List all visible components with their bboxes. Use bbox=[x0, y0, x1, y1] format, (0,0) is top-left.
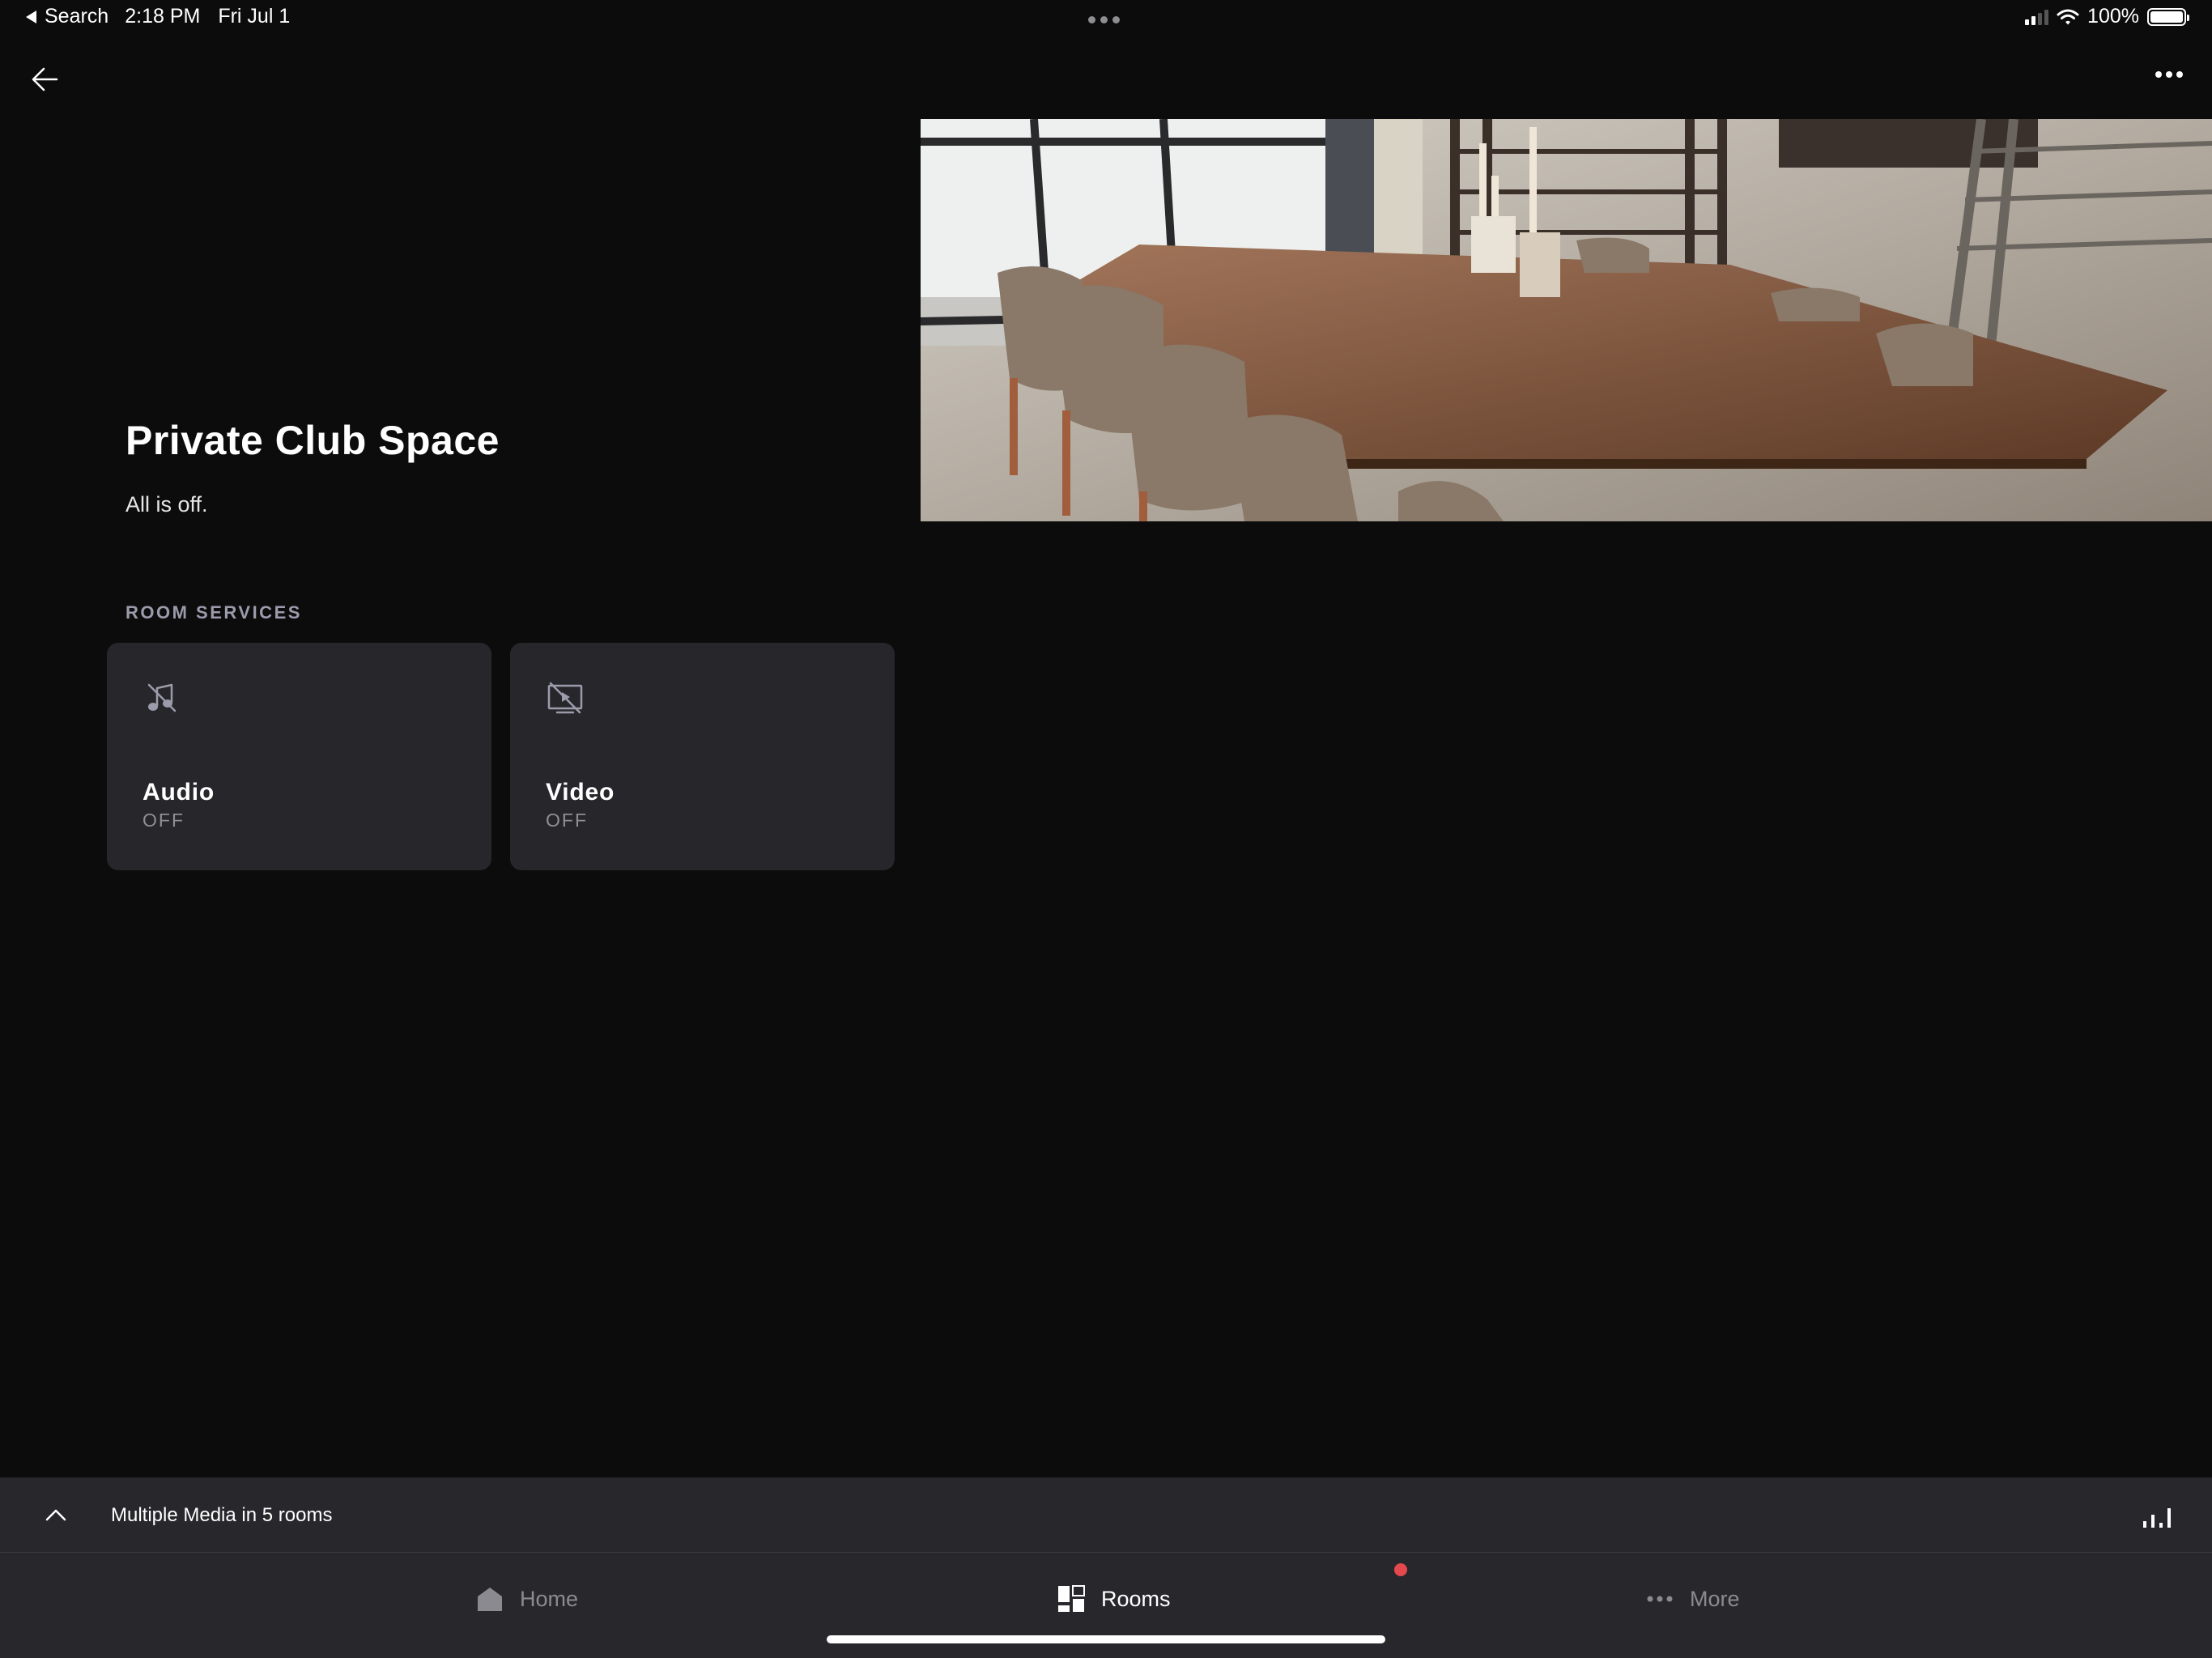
home-indicator[interactable] bbox=[827, 1635, 1385, 1643]
tab-rooms-label: Rooms bbox=[1101, 1586, 1171, 1611]
tab-home[interactable]: Home bbox=[476, 1585, 578, 1613]
status-bar-right: 100% bbox=[2025, 5, 2189, 28]
room-services-heading: ROOM SERVICES bbox=[125, 602, 302, 623]
status-bar-left[interactable]: Search 2:18 PM Fri Jul 1 bbox=[26, 5, 290, 28]
back-arrow-icon[interactable] bbox=[29, 63, 62, 96]
audio-service-tile[interactable]: Audio OFF bbox=[107, 643, 491, 870]
room-status: All is off. bbox=[125, 492, 208, 517]
chevron-up-icon[interactable] bbox=[42, 1502, 70, 1529]
tab-rooms[interactable]: Rooms bbox=[1057, 1585, 1171, 1613]
audio-levels-icon[interactable] bbox=[2141, 1502, 2173, 1531]
room-photo-illustration bbox=[921, 119, 2212, 521]
room-photo bbox=[921, 119, 2212, 521]
now-playing-text[interactable]: Multiple Media in 5 rooms bbox=[111, 1504, 332, 1527]
audio-service-name: Audio bbox=[143, 779, 215, 806]
home-icon bbox=[478, 1588, 502, 1611]
rooms-grid-icon bbox=[1058, 1585, 1085, 1612]
music-off-icon bbox=[147, 683, 177, 712]
more-dots-icon bbox=[1647, 1596, 1673, 1602]
tab-more[interactable]: More bbox=[1646, 1585, 1740, 1613]
status-bar: Search 2:18 PM Fri Jul 1 100% bbox=[0, 0, 2212, 39]
video-service-name: Video bbox=[546, 779, 615, 806]
status-date: Fri Jul 1 bbox=[218, 5, 291, 28]
cellular-signal-icon bbox=[2025, 9, 2049, 25]
more-options-icon[interactable] bbox=[2155, 71, 2183, 78]
video-service-state: OFF bbox=[546, 810, 588, 831]
back-to-app-label[interactable]: Search bbox=[45, 5, 108, 28]
status-time: 2:18 PM bbox=[125, 5, 201, 28]
tab-home-label: Home bbox=[520, 1586, 579, 1611]
battery-icon bbox=[2147, 7, 2189, 26]
notification-dot bbox=[1394, 1563, 1407, 1576]
wifi-icon bbox=[2057, 9, 2079, 24]
video-service-tile[interactable]: Video OFF bbox=[510, 643, 895, 870]
multitasking-dots-icon[interactable] bbox=[1088, 16, 1120, 23]
battery-percentage: 100% bbox=[2087, 5, 2139, 28]
now-playing-bar[interactable]: Multiple Media in 5 rooms bbox=[0, 1477, 2212, 1553]
display-off-icon bbox=[547, 682, 583, 714]
audio-service-state: OFF bbox=[143, 810, 185, 831]
room-title: Private Club Space bbox=[125, 418, 500, 463]
tab-more-label: More bbox=[1690, 1586, 1740, 1611]
back-to-app-icon[interactable] bbox=[26, 10, 36, 23]
